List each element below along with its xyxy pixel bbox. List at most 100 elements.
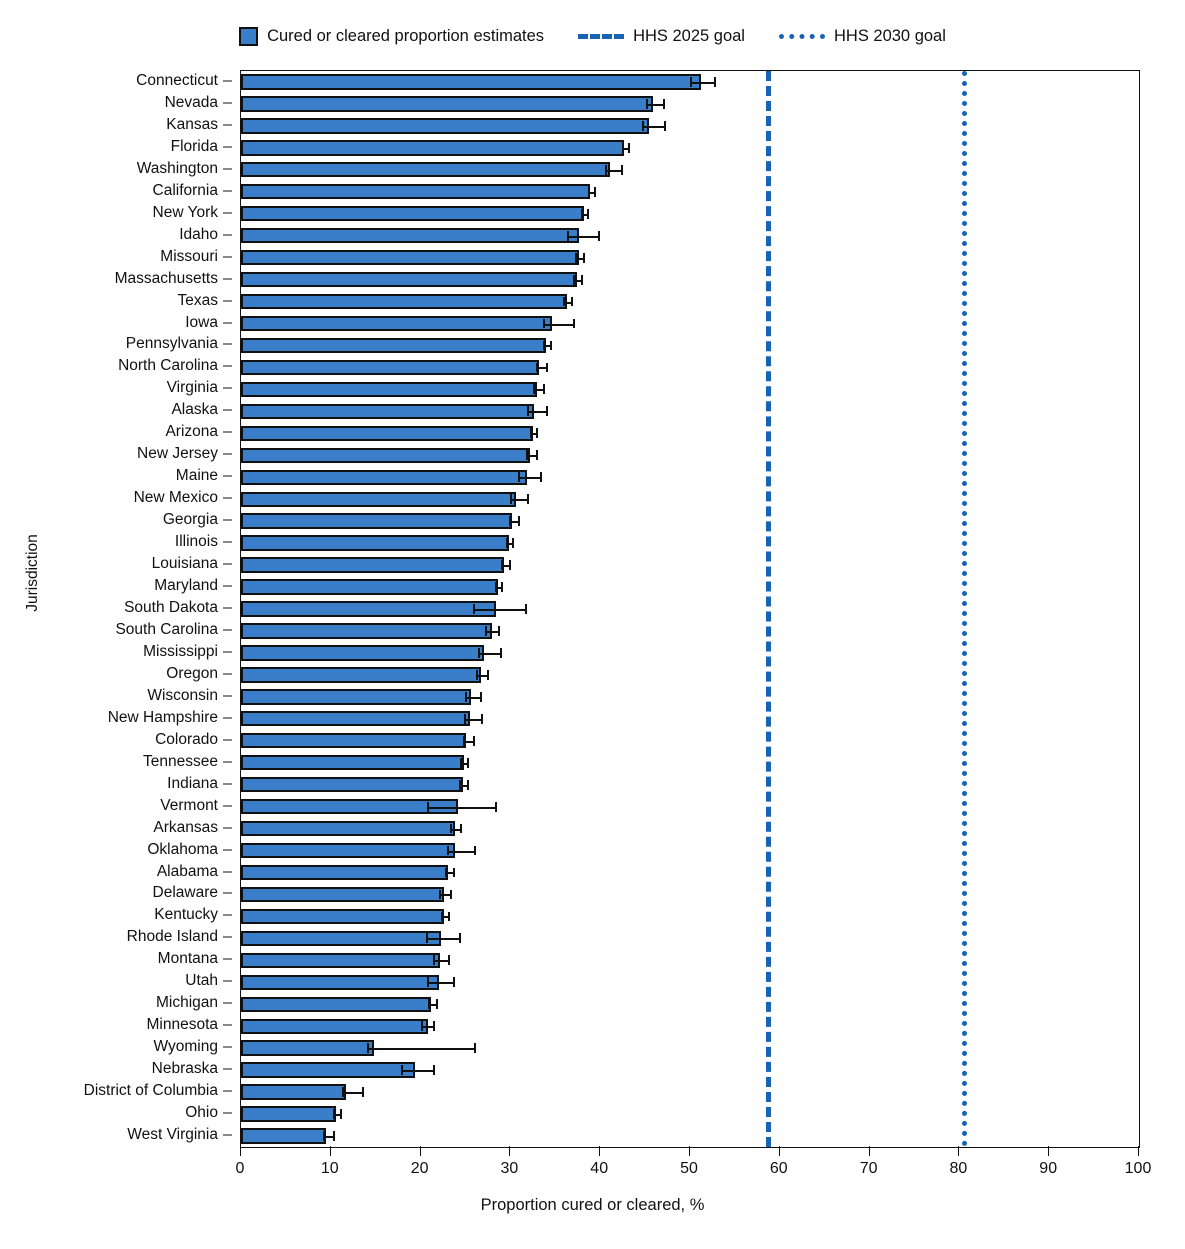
ci-cap-lower <box>463 713 466 724</box>
confidence-interval <box>472 608 525 611</box>
bar <box>241 952 441 969</box>
bar <box>241 689 471 705</box>
ci-cap-lower <box>426 977 429 988</box>
bar-row <box>241 206 1139 222</box>
bar <box>241 96 654 112</box>
bar-row <box>241 974 1139 990</box>
y-tick-mark <box>223 695 232 697</box>
ci-cap-lower <box>366 1043 369 1054</box>
ci-cap-upper <box>448 955 451 966</box>
confidence-interval <box>518 477 541 480</box>
y-tick-label: Kentucky <box>154 906 218 924</box>
ci-cap-upper <box>472 735 475 746</box>
y-tick-label: Vermont <box>160 796 218 814</box>
bar <box>241 930 442 947</box>
bar <box>241 315 552 332</box>
ci-cap-lower <box>446 845 449 856</box>
bar <box>241 1018 428 1034</box>
y-tick-label: Arizona <box>165 423 218 441</box>
ci-cap-lower <box>441 911 444 922</box>
y-tick-label: Massachusetts <box>114 269 218 287</box>
bar <box>241 118 649 134</box>
x-tick-mark <box>689 1146 690 1156</box>
ci-cap-lower <box>444 867 447 878</box>
y-tick-label: Tennessee <box>143 752 218 770</box>
bar-row <box>241 403 1139 420</box>
dotted-line-icon <box>778 33 825 39</box>
y-tick-label: Alabama <box>156 862 218 880</box>
x-tick-label: 80 <box>949 1160 968 1177</box>
bar <box>241 337 547 354</box>
bar <box>241 447 531 463</box>
y-tick-mark <box>223 871 232 872</box>
legend-label-hhs-2025-goal: HHS 2025 goal <box>633 26 745 45</box>
filled-square-icon <box>239 26 259 46</box>
ci-cap-lower <box>542 318 545 329</box>
bar <box>241 535 509 551</box>
y-tick-mark <box>223 739 232 741</box>
bar-row <box>241 425 1139 441</box>
ci-cap-lower <box>400 1065 403 1076</box>
ci-cap-upper <box>435 999 438 1010</box>
ci-cap-upper <box>479 691 482 702</box>
ci-cap-upper <box>501 582 504 592</box>
x-tick-label: 20 <box>410 1160 429 1177</box>
bar-row <box>241 886 1139 903</box>
ci-cap-upper <box>459 933 462 944</box>
y-tick-mark <box>223 387 232 389</box>
ci-cap-lower <box>476 669 479 680</box>
y-tick-label: Wisconsin <box>147 686 218 704</box>
ci-cap-lower <box>566 230 569 241</box>
confidence-interval <box>425 938 460 941</box>
bar-row <box>241 118 1139 134</box>
y-tick-label: Mississippi <box>143 642 218 660</box>
y-tick-mark <box>223 365 232 367</box>
ci-cap-upper <box>499 647 502 658</box>
ci-cap-upper <box>473 845 476 856</box>
ci-cap-upper <box>620 164 623 175</box>
ci-cap-upper <box>536 428 539 439</box>
bar-row <box>241 315 1139 332</box>
confidence-interval <box>690 81 715 84</box>
bar-row <box>241 842 1139 859</box>
bar <box>241 798 459 815</box>
bar <box>241 667 481 683</box>
ci-cap-upper <box>487 669 490 680</box>
hhs-2030-goal-line <box>962 71 968 1147</box>
y-tick-label: District of Columbia <box>83 1082 218 1100</box>
ci-cap-lower <box>526 406 529 417</box>
dashed-line-icon <box>578 33 625 39</box>
bar <box>241 820 455 837</box>
bar <box>241 601 497 617</box>
y-tick-mark <box>223 629 232 631</box>
bar-row <box>241 271 1139 288</box>
ci-cap-upper <box>524 604 527 614</box>
y-tick-label: Oklahoma <box>147 840 218 858</box>
legend-label-bar-series: Cured or cleared proportion estimates <box>267 26 545 45</box>
y-tick-mark <box>223 936 232 938</box>
confidence-interval <box>426 982 453 985</box>
y-tick-label: Connecticut <box>136 71 218 89</box>
ci-cap-lower <box>426 801 429 812</box>
ci-cap-upper <box>433 1065 436 1076</box>
ci-cap-lower <box>439 889 442 900</box>
y-tick-label: West Virginia <box>127 1126 218 1144</box>
ci-cap-upper <box>536 450 539 461</box>
y-tick-label: Kansas <box>166 115 218 133</box>
ci-cap-upper <box>573 318 576 329</box>
ci-cap-lower <box>542 340 545 351</box>
y-tick-label: Alaska <box>171 401 218 419</box>
bar <box>241 381 538 398</box>
ci-cap-lower <box>433 955 436 966</box>
x-tick-label: 40 <box>590 1160 609 1177</box>
plot-area <box>240 70 1140 1148</box>
y-tick-label: Maine <box>175 467 218 485</box>
bar-row <box>241 1128 1139 1144</box>
y-tick-label: Arkansas <box>153 818 218 836</box>
y-tick-mark <box>223 80 232 82</box>
bar-row <box>241 469 1139 485</box>
ci-cap-upper <box>540 472 543 483</box>
confidence-interval <box>464 696 480 699</box>
ci-cap-lower <box>478 647 481 658</box>
ci-cap-upper <box>512 538 515 549</box>
